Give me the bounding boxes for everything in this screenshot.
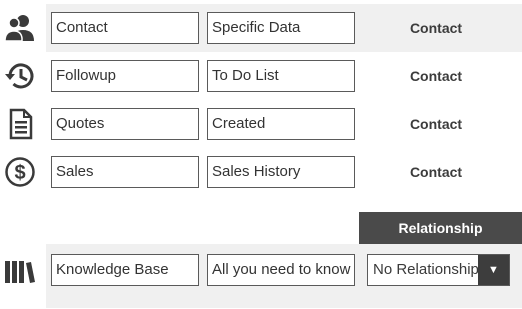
contact-field[interactable]: Contact <box>51 12 199 44</box>
knowledge-base-field[interactable]: Knowledge Base <box>51 254 199 286</box>
quotes-field[interactable]: Quotes <box>51 108 199 140</box>
to-do-list-field[interactable]: To Do List <box>207 60 355 92</box>
books-icon <box>4 255 36 287</box>
all-you-need-to-know-field[interactable]: All you need to know <box>207 254 355 286</box>
contact-icon <box>4 12 36 44</box>
created-field[interactable]: Created <box>207 108 355 140</box>
chevron-down-icon[interactable]: ▼ <box>478 255 509 285</box>
dollar-icon: $ <box>4 156 36 188</box>
row-sales-label: Contact <box>409 164 463 180</box>
row-contact-label: Contact <box>409 20 463 36</box>
relationship-select-value: No Relationship <box>373 261 479 278</box>
sales-history-field[interactable]: Sales History <box>207 156 355 188</box>
relationship-select[interactable]: No Relationship ▼ <box>367 254 510 286</box>
row-followup-label: Contact <box>409 68 463 84</box>
svg-text:$: $ <box>14 162 25 184</box>
sales-field[interactable]: Sales <box>51 156 199 188</box>
document-icon <box>4 108 36 140</box>
followup-field[interactable]: Followup <box>51 60 199 92</box>
history-icon <box>4 60 36 92</box>
row-quotes-label: Contact <box>409 116 463 132</box>
relationship-header: Relationship <box>359 212 522 244</box>
specific-data-field[interactable]: Specific Data <box>207 12 355 44</box>
